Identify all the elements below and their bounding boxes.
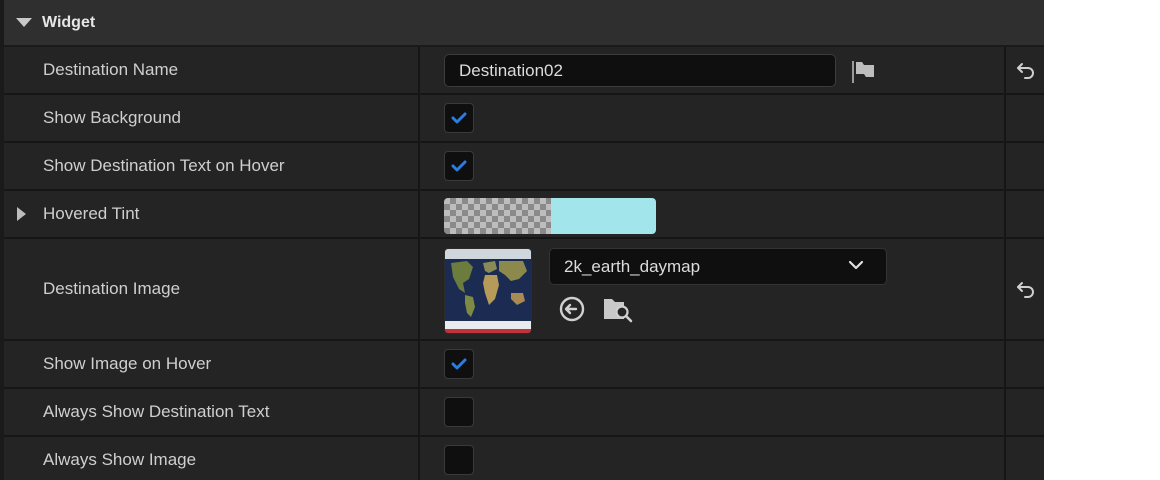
flag-icon[interactable] [850, 60, 876, 84]
property-label: Hovered Tint [43, 204, 140, 223]
property-label: Show Image on Hover [43, 354, 212, 373]
property-row-show-background: Show Background [4, 95, 1044, 143]
show-background-checkbox[interactable] [444, 103, 474, 133]
details-panel: Widget Destination Name Destination02 Sh… [0, 0, 1044, 480]
category-header-widget[interactable]: Widget [4, 0, 1044, 45]
reset-to-default-icon[interactable] [1016, 61, 1036, 79]
property-row-show-destination-text-on-hover: Show Destination Text on Hover [4, 143, 1044, 191]
asset-name: 2k_earth_daymap [564, 256, 701, 276]
property-row-always-show-image: Always Show Image [4, 437, 1044, 480]
checkmark-icon [451, 112, 467, 124]
property-row-hovered-tint: Hovered Tint [4, 191, 1044, 239]
property-row-destination-name: Destination Name Destination02 [4, 47, 1044, 95]
checkmark-icon [451, 160, 467, 172]
category-title: Widget [42, 13, 96, 31]
show-destination-text-on-hover-checkbox[interactable] [444, 151, 474, 181]
use-selected-asset-icon[interactable] [558, 295, 586, 323]
earth-map-thumbnail-image [445, 249, 531, 333]
caret-down-icon[interactable] [16, 18, 32, 27]
property-label: Always Show Image [43, 450, 197, 469]
property-row-destination-image: Destination Image 2k_earth_daymap [4, 239, 1044, 341]
hovered-tint-color-swatch[interactable] [444, 198, 656, 234]
property-label: Destination Image [43, 279, 181, 298]
reset-to-default-icon[interactable] [1016, 280, 1036, 298]
destination-name-input[interactable]: Destination02 [444, 54, 836, 87]
property-label: Show Destination Text on Hover [43, 156, 285, 175]
asset-picker-combo[interactable]: 2k_earth_daymap [549, 248, 887, 285]
expand-arrow-icon[interactable] [17, 207, 26, 221]
asset-thumbnail[interactable] [444, 248, 532, 334]
alpha-checker [444, 198, 551, 234]
always-show-destination-text-checkbox[interactable] [444, 397, 474, 427]
tint-color-fill [551, 198, 656, 234]
property-label: Show Background [43, 108, 181, 127]
show-image-on-hover-checkbox[interactable] [444, 349, 474, 379]
browse-to-asset-icon[interactable] [602, 295, 634, 323]
property-label: Destination Name [43, 60, 179, 79]
chevron-down-icon [848, 260, 864, 270]
checkmark-icon [451, 358, 467, 370]
property-label: Always Show Destination Text [43, 402, 270, 421]
always-show-image-checkbox[interactable] [444, 445, 474, 475]
property-row-always-show-destination-text: Always Show Destination Text [4, 389, 1044, 437]
property-row-show-image-on-hover: Show Image on Hover [4, 341, 1044, 389]
